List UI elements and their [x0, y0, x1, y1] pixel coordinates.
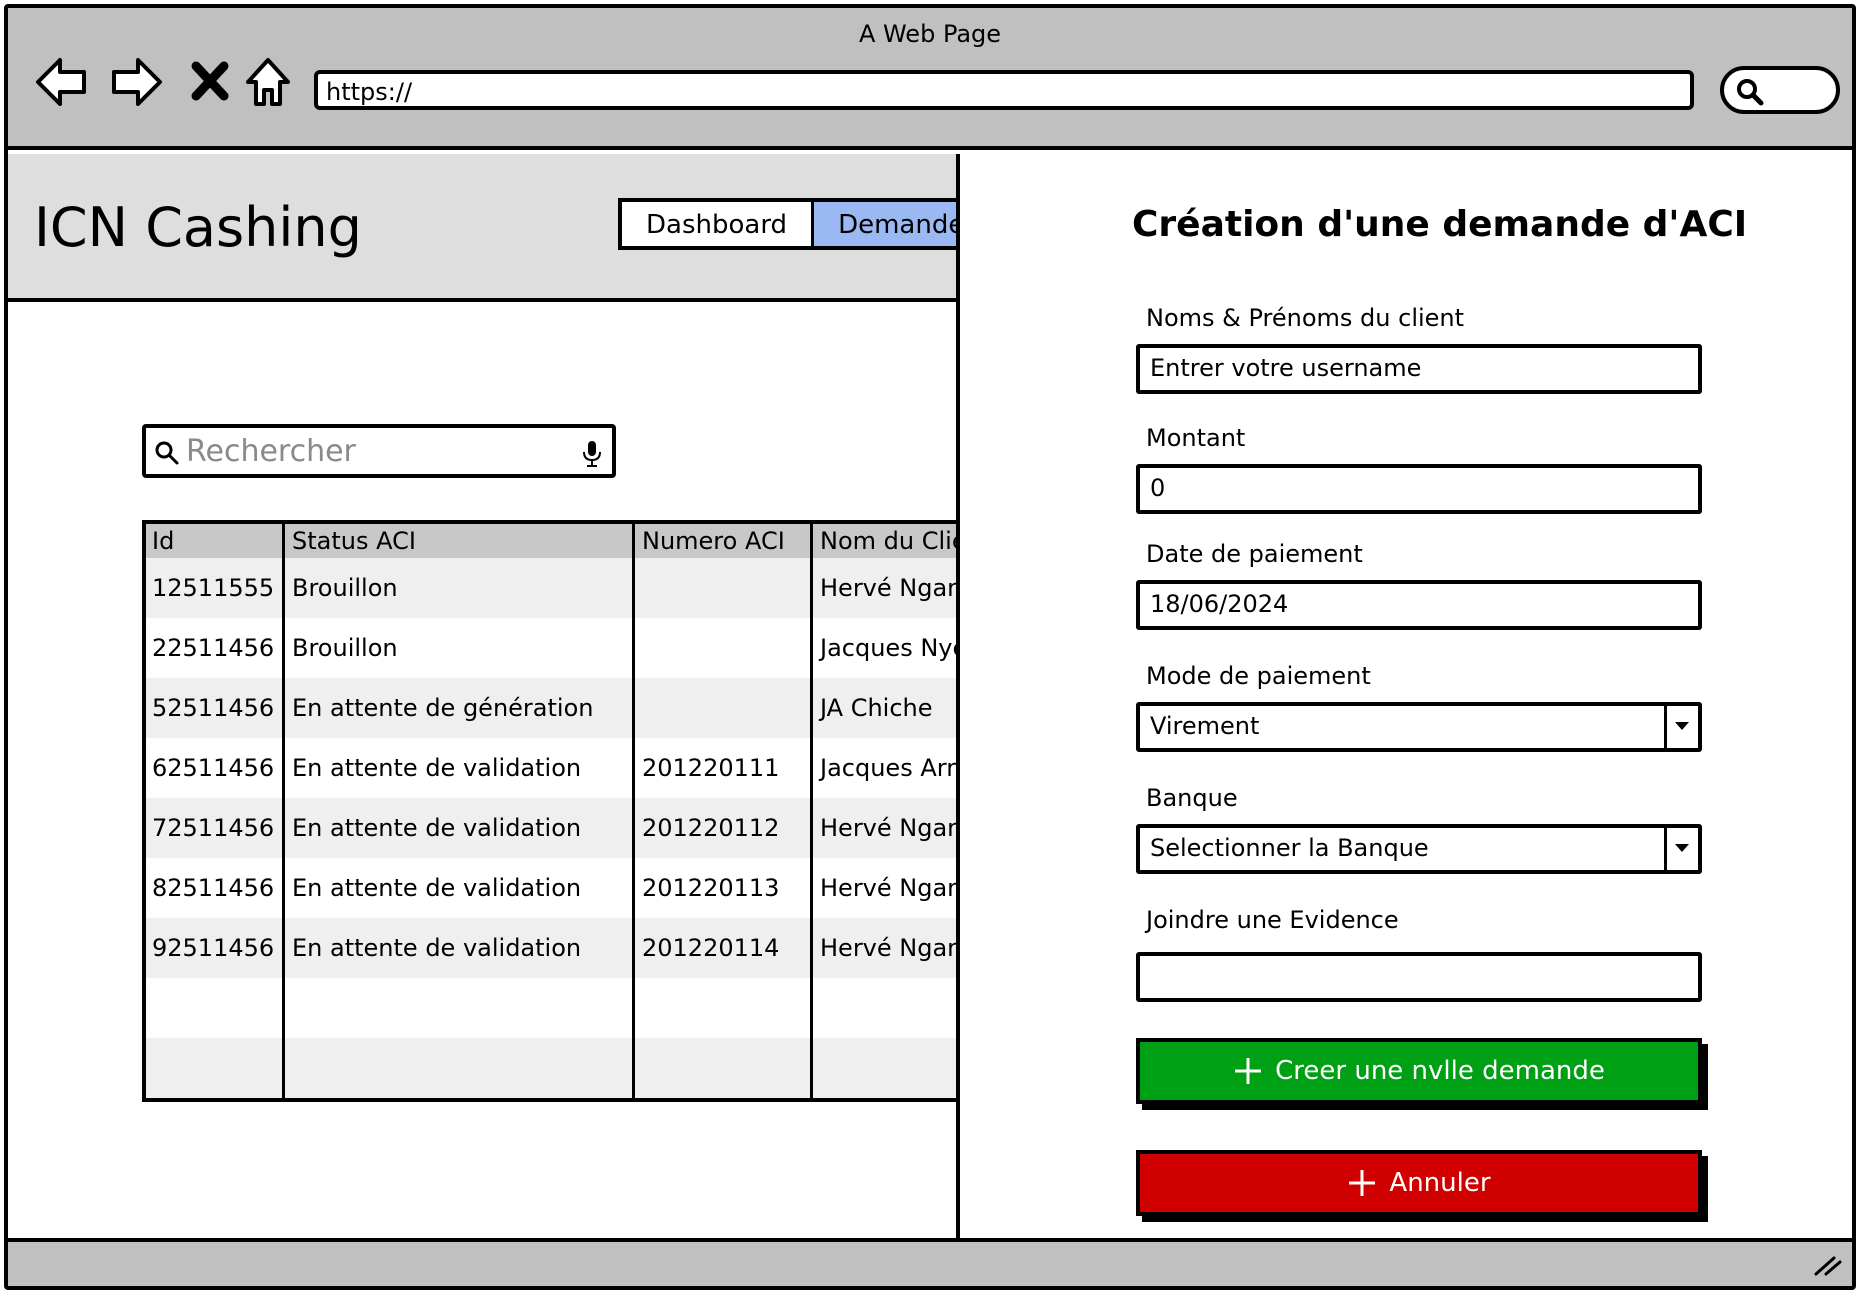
payment-date-field[interactable]: 18/06/2024 [1136, 580, 1702, 630]
stop-icon[interactable] [186, 52, 242, 112]
client-label: Noms & Prénoms du client [1146, 304, 1465, 332]
cell-id: 12511555 [146, 558, 286, 618]
table-row[interactable]: 52511456 En attente de génération JA Chi… [146, 678, 998, 738]
table-row[interactable]: 22511456 Brouillon Jacques Nyemb [146, 618, 998, 678]
cell-empty [636, 978, 814, 1038]
cell-status: En attente de validation [286, 918, 636, 978]
cell-id: 52511456 [146, 678, 286, 738]
cell-numero [636, 678, 814, 738]
amount-field[interactable]: 0 [1136, 464, 1702, 514]
evidence-label: Joindre une Evidence [1146, 906, 1399, 934]
search-icon [1737, 79, 1764, 106]
search-input[interactable]: Rechercher [142, 424, 616, 478]
cell-id: 92511456 [146, 918, 286, 978]
forward-icon[interactable] [108, 52, 164, 112]
chevron-down-icon [1675, 722, 1689, 730]
url-bar[interactable]: https:// [314, 70, 1694, 110]
app-title: ICN Cashing [34, 196, 362, 259]
payment-date-label: Date de paiement [1146, 540, 1363, 568]
cell-id: 22511456 [146, 618, 286, 678]
tab-dashboard[interactable]: Dashboard [622, 202, 815, 246]
browser-search[interactable] [1720, 66, 1840, 114]
table-row[interactable]: 92511456 En attente de validation 201220… [146, 918, 998, 978]
cell-empty [286, 978, 636, 1038]
chevron-down-icon [1675, 844, 1689, 852]
window-title: A Web Page [858, 20, 1002, 48]
cancel-label: Annuler [1389, 1168, 1491, 1198]
column-header-status[interactable]: Status ACI [286, 524, 636, 558]
cell-status: En attente de validation [286, 858, 636, 918]
create-request-panel: Création d'une demande d'ACI Noms & Prén… [956, 154, 1852, 1244]
microphone-icon[interactable] [582, 440, 602, 468]
dropdown-toggle[interactable] [1664, 828, 1698, 870]
plus-icon [1349, 1170, 1376, 1196]
bank-select[interactable]: Selectionner la Banque [1136, 824, 1702, 874]
table-row-empty [146, 1038, 998, 1098]
column-divider [810, 524, 813, 1098]
panel-title: Création d'une demande d'ACI [1132, 204, 1748, 245]
table-header-row: Id Status ACI Numero ACI Nom du Client [146, 524, 998, 558]
column-header-id[interactable]: Id [146, 524, 286, 558]
cell-empty [146, 978, 286, 1038]
table-row[interactable]: 82511456 En attente de validation 201220… [146, 858, 998, 918]
client-name-field[interactable]: Entrer votre username [1136, 344, 1702, 394]
payment-mode-label: Mode de paiement [1146, 662, 1371, 690]
table-row[interactable]: 62511456 En attente de validation 201220… [146, 738, 998, 798]
cell-numero [636, 618, 814, 678]
main-tabs: Dashboard Demandes [618, 198, 1009, 250]
cell-numero: 201220111 [636, 738, 814, 798]
cell-numero: 201220112 [636, 798, 814, 858]
cell-status: Brouillon [286, 558, 636, 618]
cancel-button[interactable]: Annuler [1136, 1150, 1702, 1216]
create-request-button[interactable]: Creer une nvlle demande [1136, 1038, 1702, 1104]
table-row[interactable]: 12511555 Brouillon Hervé Ngando [146, 558, 998, 618]
cell-empty [636, 1038, 814, 1098]
table-row-empty [146, 978, 998, 1038]
dropdown-toggle[interactable] [1664, 706, 1698, 748]
cell-status: Brouillon [286, 618, 636, 678]
column-divider [282, 524, 285, 1098]
amount-label: Montant [1146, 424, 1246, 452]
column-header-numero[interactable]: Numero ACI [636, 524, 814, 558]
cell-status: En attente de validation [286, 798, 636, 858]
column-divider [632, 524, 635, 1098]
payment-mode-select[interactable]: Virement [1136, 702, 1702, 752]
cell-numero: 201220114 [636, 918, 814, 978]
resize-grip-icon[interactable] [1812, 1252, 1842, 1278]
plus-icon [1235, 1058, 1262, 1084]
cell-numero: 201220113 [636, 858, 814, 918]
cell-status: En attente de validation [286, 738, 636, 798]
cell-id: 62511456 [146, 738, 286, 798]
status-bar [8, 1238, 1852, 1286]
search-icon [155, 441, 179, 465]
bank-value: Selectionner la Banque [1150, 834, 1429, 862]
browser-toolbar: A Web Page https:// [8, 8, 1852, 150]
cell-empty [146, 1038, 286, 1098]
home-icon[interactable] [242, 52, 298, 112]
search-placeholder: Rechercher [186, 434, 356, 469]
table-row[interactable]: 72511456 En attente de validation 201220… [146, 798, 998, 858]
payment-mode-value: Virement [1150, 712, 1260, 740]
back-icon[interactable] [34, 52, 90, 112]
cell-empty [286, 1038, 636, 1098]
cell-id: 72511456 [146, 798, 286, 858]
cell-id: 82511456 [146, 858, 286, 918]
bank-label: Banque [1146, 784, 1238, 812]
demandes-table: Id Status ACI Numero ACI Nom du Client 1… [142, 520, 1002, 1102]
evidence-upload-field[interactable] [1136, 952, 1702, 1002]
browser-window: A Web Page https:// ICN Cashing Dashboar… [4, 4, 1856, 1290]
cell-numero [636, 558, 814, 618]
create-request-label: Creer une nvlle demande [1275, 1056, 1605, 1086]
cell-status: En attente de génération [286, 678, 636, 738]
